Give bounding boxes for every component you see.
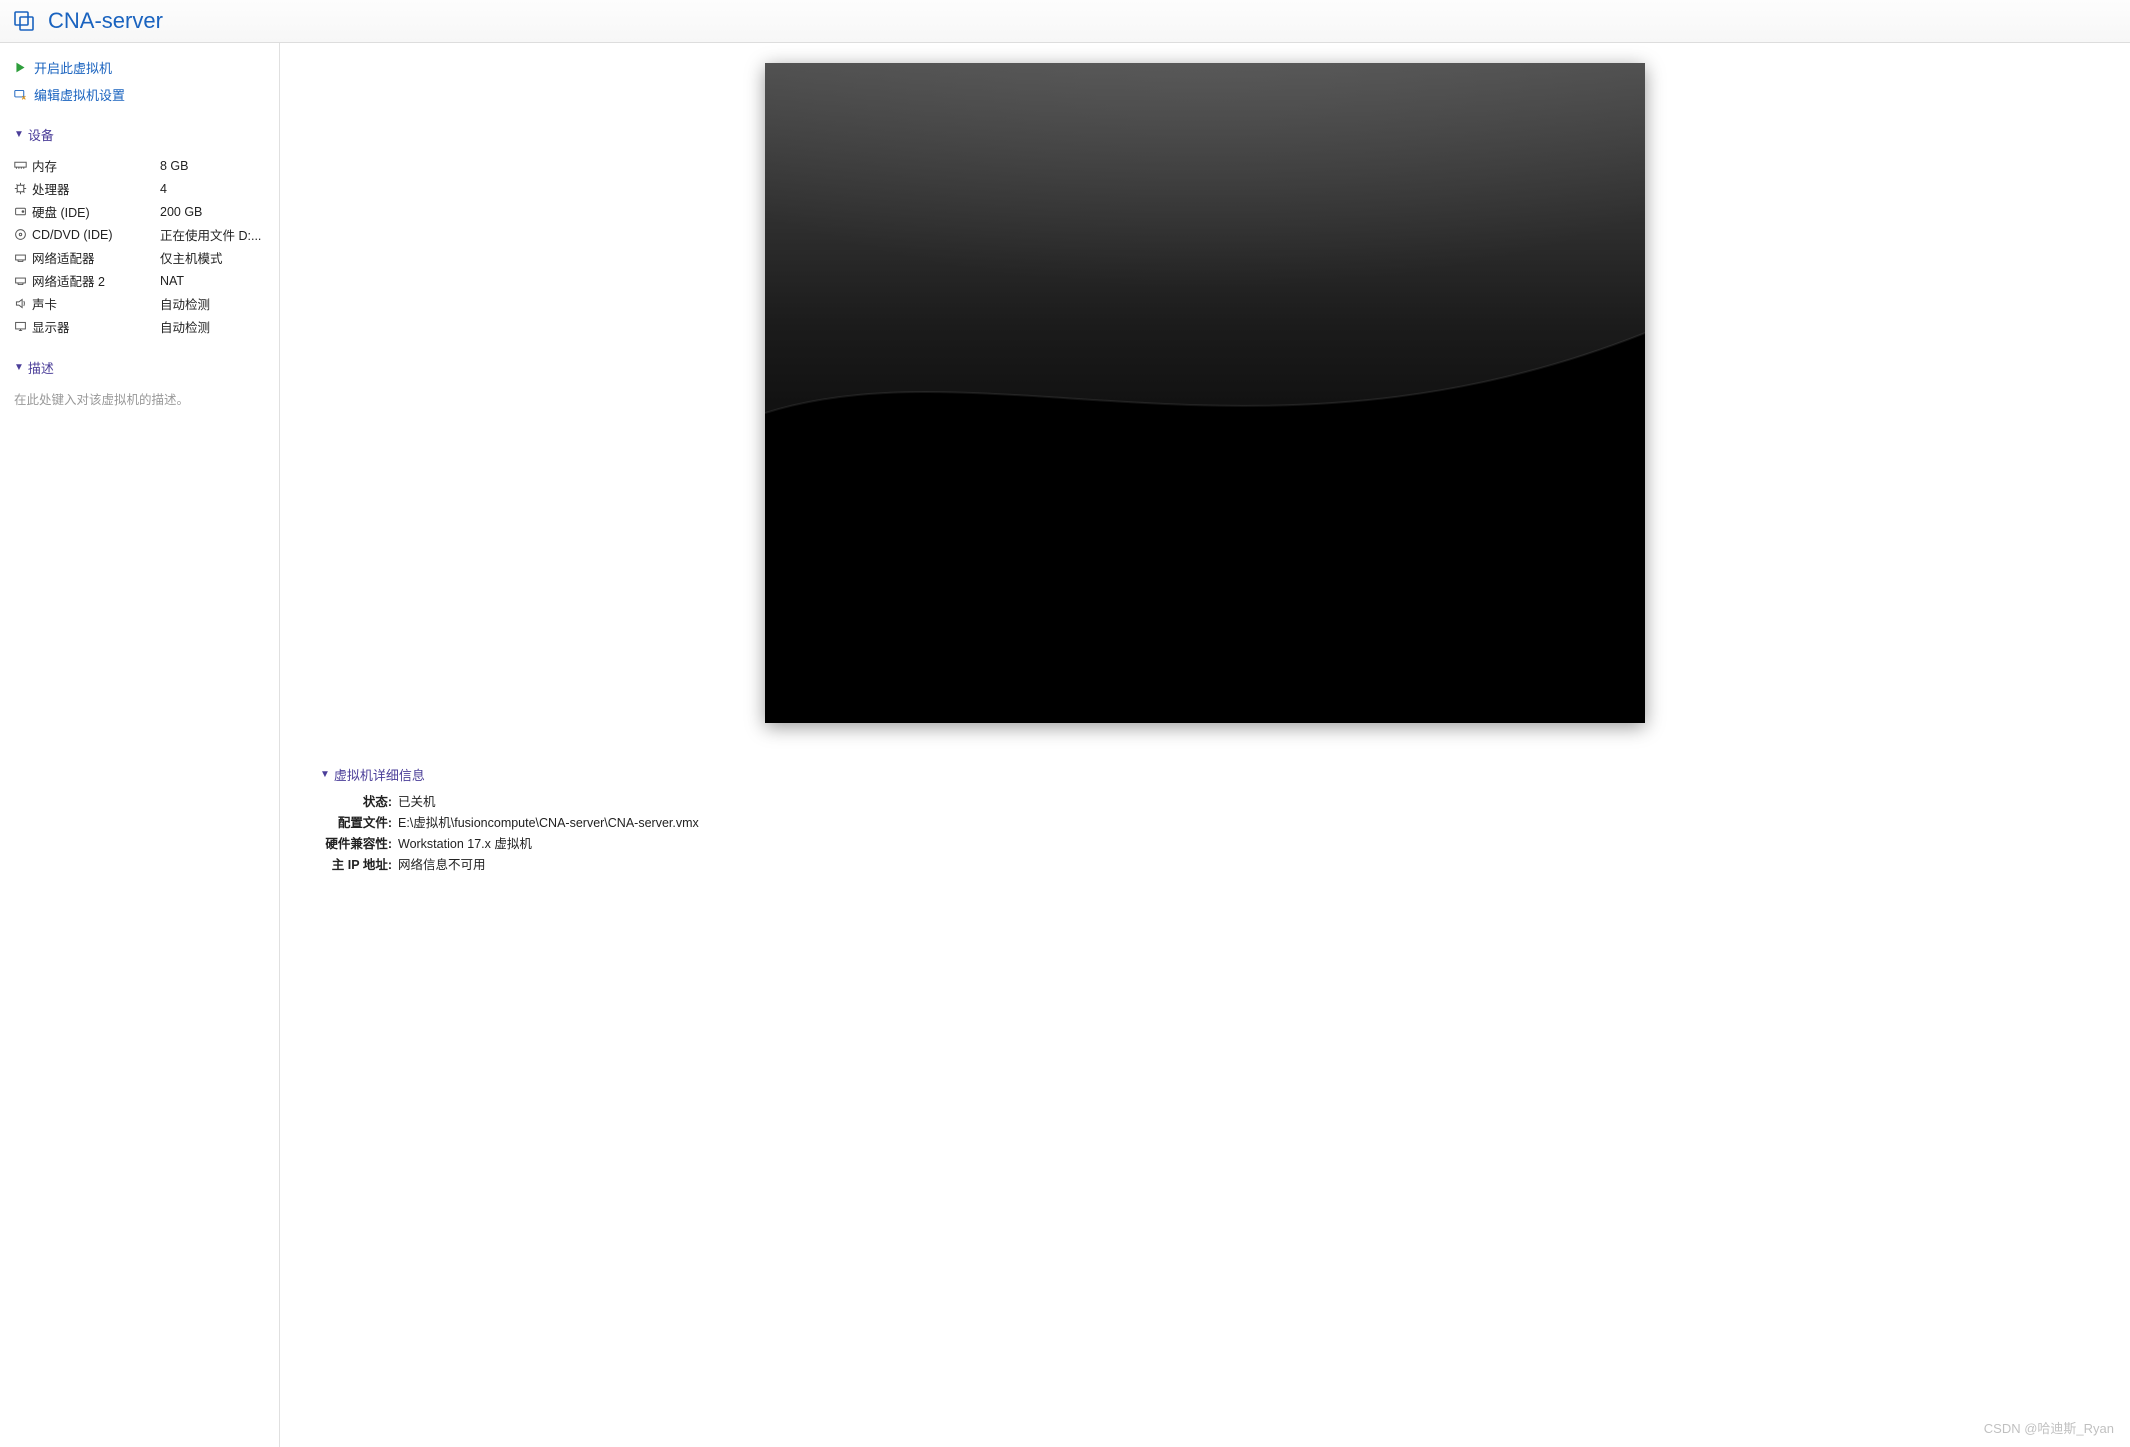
description-section-header[interactable]: ▼ 描述 xyxy=(14,358,269,377)
device-row[interactable]: 网络适配器仅主机模式 xyxy=(14,246,269,269)
device-value: 自动检测 xyxy=(160,317,269,336)
details-section-header[interactable]: ▼ 虚拟机详细信息 xyxy=(320,765,2090,784)
left-panel: 开启此虚拟机 编辑虚拟机设置 ▼ 设备 内存8 GB处理器4硬盘 (IDE)20… xyxy=(0,43,280,1447)
details-state-value: 已关机 xyxy=(392,791,436,810)
details-row-config: 配置文件: E:\虚拟机\fusioncompute\CNA-server\CN… xyxy=(320,811,2090,832)
memory-icon xyxy=(14,159,32,172)
device-label: 网络适配器 2 xyxy=(32,271,160,290)
device-row[interactable]: 声卡自动检测 xyxy=(14,292,269,315)
details-ip-value: 网络信息不可用 xyxy=(392,854,486,873)
edit-settings-icon xyxy=(14,88,28,102)
details-compat-label: 硬件兼容性: xyxy=(320,833,392,852)
chevron-down-icon: ▼ xyxy=(320,769,330,780)
vm-console-preview[interactable] xyxy=(765,63,1645,723)
vm-tab-header: CNA-server xyxy=(0,0,2130,43)
device-row[interactable]: 内存8 GB xyxy=(14,154,269,177)
device-label: 网络适配器 xyxy=(32,248,160,267)
device-label: 硬盘 (IDE) xyxy=(32,202,160,221)
device-table: 内存8 GB处理器4硬盘 (IDE)200 GBCD/DVD (IDE)正在使用… xyxy=(14,154,269,338)
sound-icon xyxy=(14,297,32,310)
device-value: 8 GB xyxy=(160,159,269,173)
net-icon xyxy=(14,274,32,287)
device-value: 4 xyxy=(160,182,269,196)
details-compat-value: Workstation 17.x 虚拟机 xyxy=(392,833,532,852)
details-config-label: 配置文件: xyxy=(320,812,392,831)
device-row[interactable]: 网络适配器 2NAT xyxy=(14,269,269,292)
edit-settings-label: 编辑虚拟机设置 xyxy=(34,85,125,104)
details-row-state: 状态: 已关机 xyxy=(320,790,2090,811)
devices-section-label: 设备 xyxy=(28,125,54,144)
device-label: 处理器 xyxy=(32,179,160,198)
device-value: 仅主机模式 xyxy=(160,248,269,267)
details-config-value: E:\虚拟机\fusioncompute\CNA-server\CNA-serv… xyxy=(392,812,699,831)
device-label: CD/DVD (IDE) xyxy=(32,228,160,242)
details-state-label: 状态: xyxy=(320,791,392,810)
details-ip-label: 主 IP 地址: xyxy=(320,854,392,873)
device-value: NAT xyxy=(160,274,269,288)
details-row-ip: 主 IP 地址: 网络信息不可用 xyxy=(320,853,2090,874)
device-row[interactable]: 处理器4 xyxy=(14,177,269,200)
devices-section-header[interactable]: ▼ 设备 xyxy=(14,125,269,144)
power-on-vm-link[interactable]: 开启此虚拟机 xyxy=(14,57,269,78)
watermark: CSDN @哈迪斯_Ryan xyxy=(1984,1418,2114,1437)
cd-icon xyxy=(14,228,32,241)
device-value: 自动检测 xyxy=(160,294,269,313)
vm-tab-icon xyxy=(12,8,38,34)
details-row-compat: 硬件兼容性: Workstation 17.x 虚拟机 xyxy=(320,832,2090,853)
device-label: 内存 xyxy=(32,156,160,175)
device-value: 正在使用文件 D:... xyxy=(160,225,269,244)
net-icon xyxy=(14,251,32,264)
description-placeholder[interactable]: 在此处键入对该虚拟机的描述。 xyxy=(14,389,269,408)
details-section-label: 虚拟机详细信息 xyxy=(334,765,425,784)
device-label: 显示器 xyxy=(32,317,160,336)
device-label: 声卡 xyxy=(32,294,160,313)
vm-title: CNA-server xyxy=(48,8,163,34)
chevron-down-icon: ▼ xyxy=(14,362,24,373)
disk-icon xyxy=(14,205,32,218)
device-row[interactable]: 显示器自动检测 xyxy=(14,315,269,338)
details-table: 状态: 已关机 配置文件: E:\虚拟机\fusioncompute\CNA-s… xyxy=(320,790,2090,874)
edit-vm-settings-link[interactable]: 编辑虚拟机设置 xyxy=(14,84,269,105)
right-panel: ▼ 虚拟机详细信息 状态: 已关机 配置文件: E:\虚拟机\fusioncom… xyxy=(280,43,2130,1447)
description-section-label: 描述 xyxy=(28,358,54,377)
device-value: 200 GB xyxy=(160,205,269,219)
display-icon xyxy=(14,320,32,333)
cpu-icon xyxy=(14,182,32,195)
device-row[interactable]: CD/DVD (IDE)正在使用文件 D:... xyxy=(14,223,269,246)
chevron-down-icon: ▼ xyxy=(14,129,24,140)
device-row[interactable]: 硬盘 (IDE)200 GB xyxy=(14,200,269,223)
power-on-label: 开启此虚拟机 xyxy=(34,58,112,77)
play-icon xyxy=(14,61,28,75)
